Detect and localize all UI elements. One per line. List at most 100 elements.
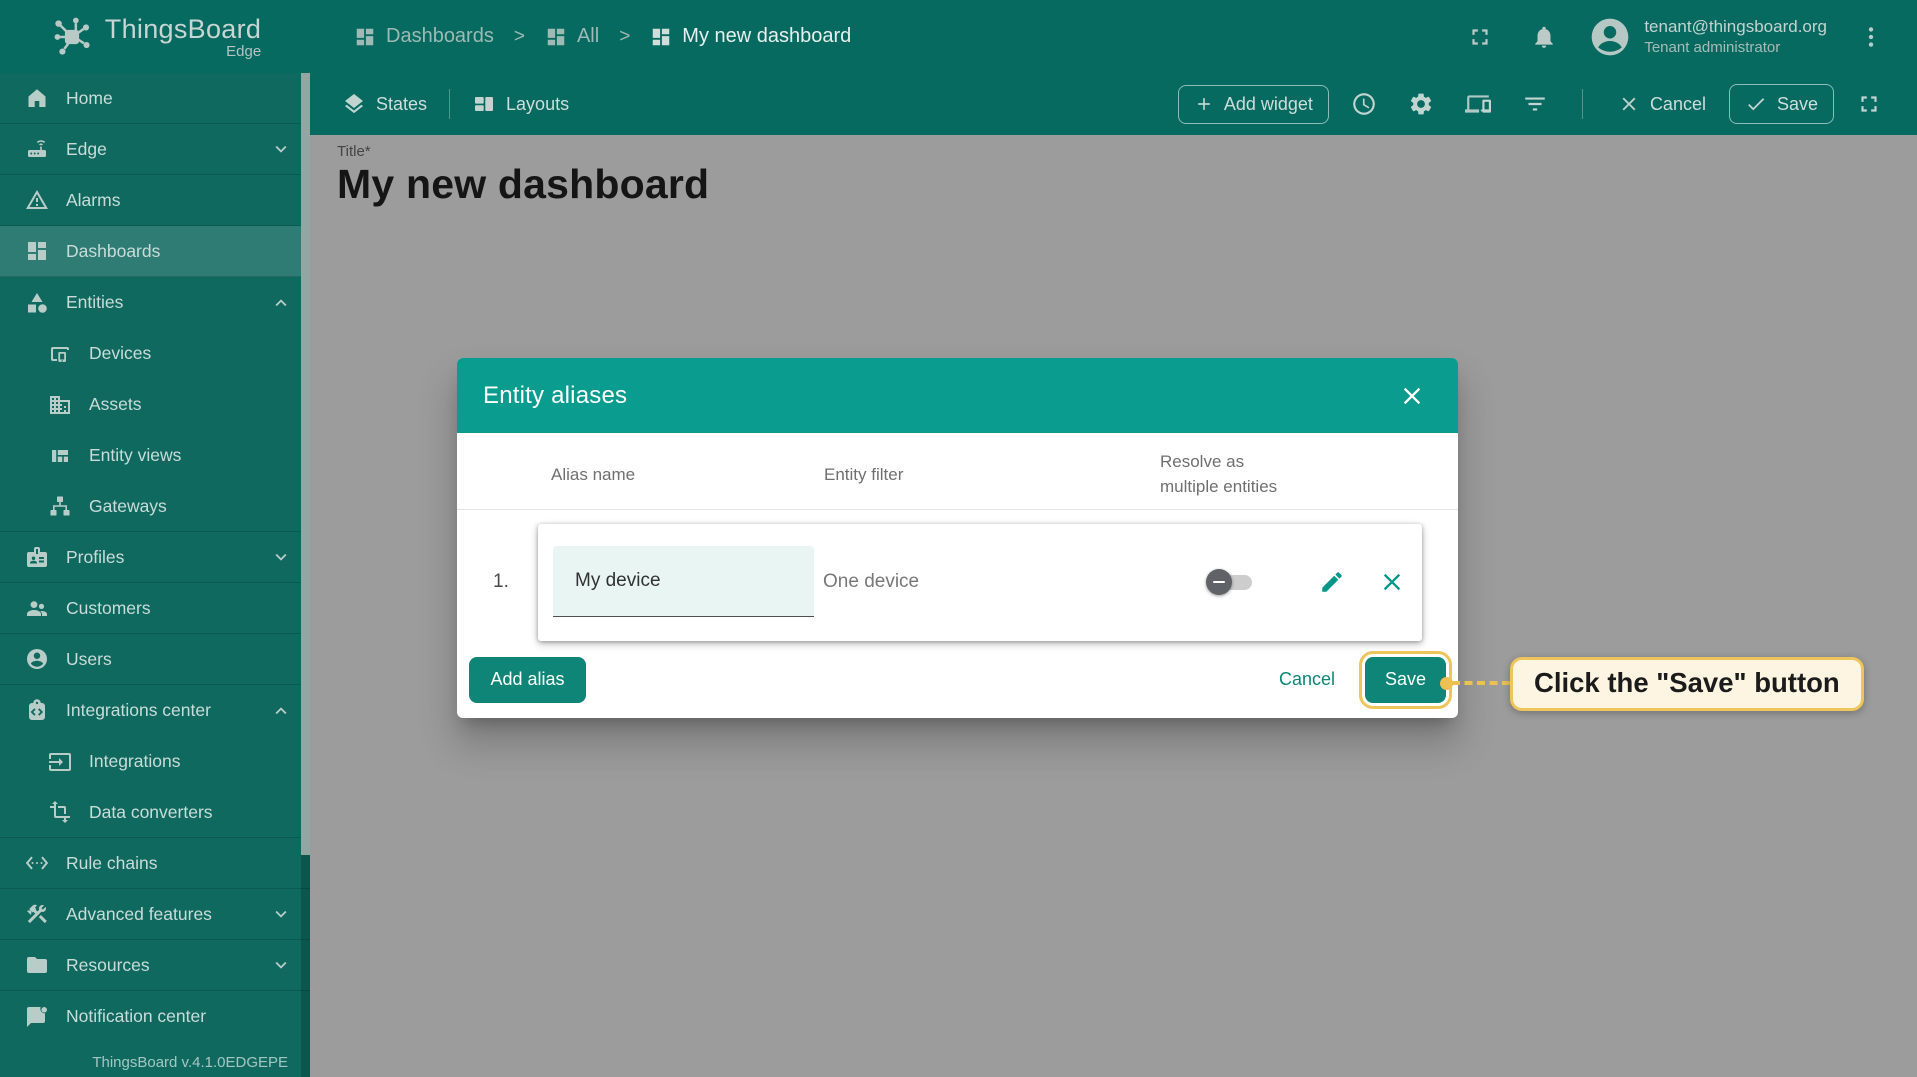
account-circle-icon: [25, 647, 49, 671]
layouts-label: Layouts: [506, 94, 569, 115]
dialog-title: Entity aliases: [483, 382, 627, 410]
sidebar-item-label: Entity views: [89, 445, 181, 466]
sidebar-item-devices[interactable]: Devices: [0, 328, 310, 379]
sidebar-item-label: Devices: [89, 343, 151, 364]
sidebar-item-label: Advanced features: [66, 904, 212, 925]
sidebar-item-label: Customers: [66, 598, 151, 619]
pencil-icon: [1319, 569, 1345, 595]
dialog-footer: Add alias Cancel Save: [457, 641, 1458, 718]
toolbar-save-button[interactable]: Save: [1729, 84, 1834, 124]
sidebar-item-integrations-center[interactable]: Integrations center: [0, 685, 310, 736]
user-info: tenant@thingsboard.org Tenant administra…: [1644, 17, 1827, 56]
sidebar-item-integrations[interactable]: Integrations: [0, 736, 310, 787]
sidebar-item-customers[interactable]: Customers: [0, 583, 310, 634]
sidebar-item-gateways[interactable]: Gateways: [0, 481, 310, 532]
domain-icon: [48, 393, 72, 417]
resolve-multiple-toggle[interactable]: [1206, 568, 1256, 596]
chevron-up-icon: [270, 292, 292, 314]
gear-icon: [1408, 91, 1434, 117]
sidebar-item-entity-views[interactable]: Entity views: [0, 430, 310, 481]
brand-logo[interactable]: ThingsBoard Edge: [0, 0, 310, 73]
column-resolve-multiple: Resolve as multiple entities: [1160, 450, 1292, 499]
more-vert-icon: [1858, 24, 1884, 50]
sidebar-item-assets[interactable]: Assets: [0, 379, 310, 430]
chevron-down-icon: [270, 138, 292, 160]
badge-icon: [25, 545, 49, 569]
sidebar-item-data-converters[interactable]: Data converters: [0, 787, 310, 838]
sidebar-item-label: Gateways: [89, 496, 167, 517]
layouts-icon: [472, 92, 496, 116]
user-email: tenant@thingsboard.org: [1644, 17, 1827, 37]
toolbar-cancel-button[interactable]: Cancel: [1608, 85, 1716, 123]
brand-title: ThingsBoard: [105, 14, 261, 45]
breadcrumb-item-current[interactable]: My new dashboard: [650, 25, 851, 48]
toolbar-right-actions: Add widget Cancel Save: [1178, 82, 1891, 126]
user-menu[interactable]: tenant@thingsboard.org Tenant administra…: [1588, 15, 1827, 59]
dialog-save-button[interactable]: Save: [1365, 657, 1446, 703]
sidebar-item-rule-chains[interactable]: Rule chains: [0, 838, 310, 889]
chevron-up-icon: [270, 700, 292, 722]
chevron-down-icon: [270, 903, 292, 925]
entity-aliases-dialog: Entity aliases Alias name Entity filter …: [457, 358, 1458, 718]
people-icon: [25, 596, 49, 620]
breadcrumb-separator: >: [508, 26, 531, 48]
sidebar-item-home[interactable]: Home: [0, 73, 310, 124]
notification-center-icon: [25, 1005, 49, 1029]
sidebar-item-edge[interactable]: Edge: [0, 124, 310, 175]
title-field-label: Title*: [337, 143, 371, 160]
sidebar-item-advanced-features[interactable]: Advanced features: [0, 889, 310, 940]
sidebar-item-label: Dashboards: [66, 241, 160, 262]
add-widget-button[interactable]: Add widget: [1178, 85, 1329, 124]
breadcrumb-label: Dashboards: [386, 25, 494, 48]
chevron-down-icon: [270, 954, 292, 976]
user-role: Tenant administrator: [1644, 39, 1827, 56]
sidebar-item-dashboards[interactable]: Dashboards: [0, 226, 310, 277]
entity-filter-value: One device: [823, 571, 919, 593]
sidebar-item-users[interactable]: Users: [0, 634, 310, 685]
layouts-button[interactable]: Layouts: [462, 84, 579, 124]
fullscreen-button[interactable]: [1460, 17, 1500, 57]
states-button[interactable]: States: [332, 84, 437, 124]
toolbar-save-label: Save: [1777, 94, 1818, 115]
dialog-cancel-button[interactable]: Cancel: [1279, 669, 1335, 690]
remove-alias-button[interactable]: [1370, 560, 1414, 604]
sidebar-item-entities[interactable]: Entities: [0, 277, 310, 328]
time-window-button[interactable]: [1342, 82, 1386, 126]
breadcrumb: Dashboards > All > My new dashboard: [354, 25, 851, 48]
dialog-close-button[interactable]: [1392, 376, 1432, 416]
add-alias-button[interactable]: Add alias: [469, 657, 586, 703]
alias-row-card: One device: [538, 524, 1422, 641]
sidebar-item-label: Integrations: [89, 751, 180, 772]
settings-button[interactable]: [1399, 82, 1443, 126]
top-bar: ThingsBoard Edge Dashboards > All > My n…: [0, 0, 1917, 73]
column-entity-filter: Entity filter: [824, 463, 903, 488]
row-index: 1.: [493, 571, 509, 593]
sidebar-item-notification-center[interactable]: Notification center: [0, 991, 310, 1042]
layers-icon: [342, 92, 366, 116]
manage-layouts-button[interactable]: [1456, 82, 1500, 126]
fullscreen-icon: [1856, 91, 1882, 117]
more-menu-button[interactable]: [1851, 17, 1891, 57]
sidebar-item-label: Assets: [89, 394, 142, 415]
alias-name-input[interactable]: [553, 546, 814, 617]
filter-icon: [1522, 91, 1548, 117]
dialog-footer-actions: Cancel Save: [1279, 657, 1446, 703]
topbar-actions: tenant@thingsboard.org Tenant administra…: [1460, 15, 1917, 59]
sidebar-scrollbar-thumb[interactable]: [301, 73, 310, 855]
notifications-button[interactable]: [1524, 17, 1564, 57]
sidebar-item-profiles[interactable]: Profiles: [0, 532, 310, 583]
edit-alias-button[interactable]: [1310, 560, 1354, 604]
sidebar-item-resources[interactable]: Resources: [0, 940, 310, 991]
breadcrumb-item-all[interactable]: All: [545, 25, 599, 48]
avatar: [1588, 15, 1632, 59]
sidebar-item-alarms[interactable]: Alarms: [0, 175, 310, 226]
integrations-center-icon: [25, 699, 49, 723]
sidebar: Home Edge Alarms Dashboards Entities Dev…: [0, 73, 310, 1077]
dashboard-icon: [650, 26, 672, 48]
sidebar-item-label: Entities: [66, 292, 123, 313]
toolbar-fullscreen-button[interactable]: [1847, 82, 1891, 126]
filter-button[interactable]: [1513, 82, 1557, 126]
devices-icon: [48, 342, 72, 366]
breadcrumb-item-dashboards[interactable]: Dashboards: [354, 25, 494, 48]
sidebar-scrollbar[interactable]: [301, 73, 310, 1077]
